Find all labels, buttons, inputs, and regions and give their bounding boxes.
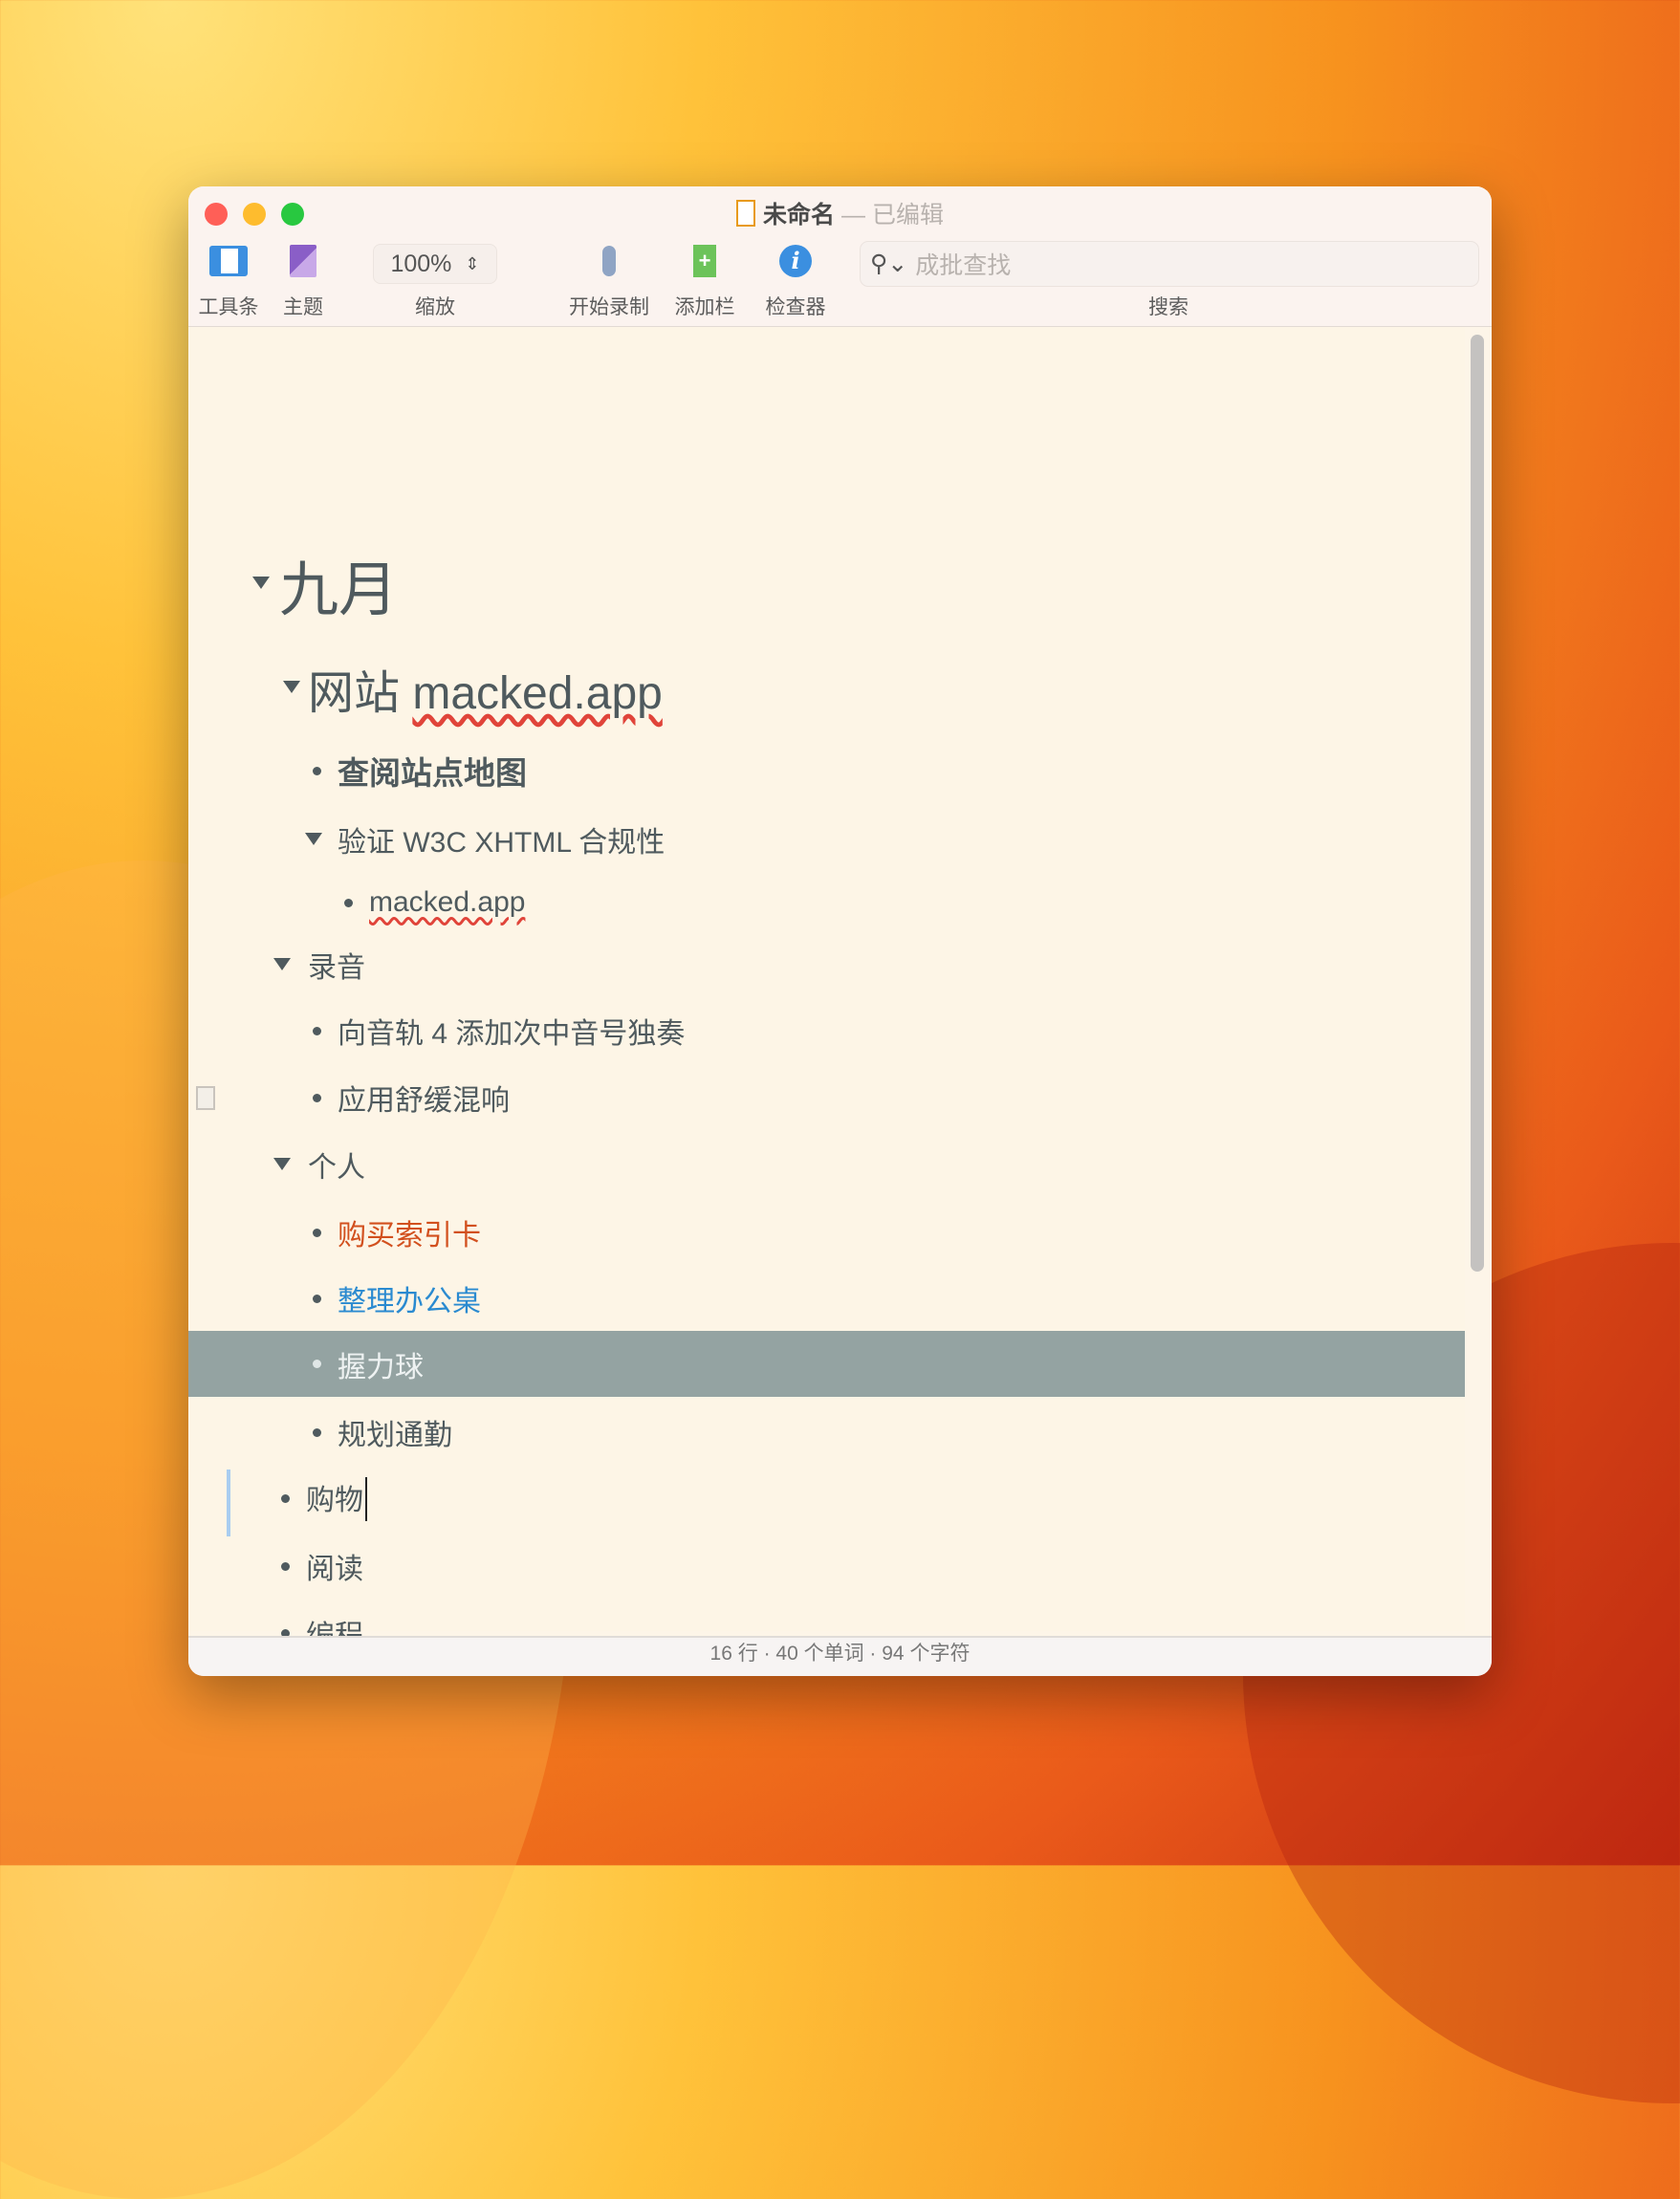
outline-row[interactable]: 购物	[188, 1467, 1465, 1536]
document-icon	[736, 200, 756, 227]
row-link[interactable]: macked.app	[412, 668, 663, 719]
microphone-icon	[602, 245, 616, 276]
outline-row[interactable]: macked.app	[188, 871, 1465, 934]
add-column-label: 添加栏	[674, 296, 735, 318]
outline-row[interactable]: 应用舒缓混响	[188, 1066, 1465, 1129]
bullet	[313, 1427, 321, 1437]
bullet	[344, 898, 353, 907]
status-bar: 16 行 · 40 个单词 · 94 个字符	[188, 1636, 1492, 1676]
inspector-label: 检查器	[765, 296, 826, 318]
bullet	[281, 1493, 290, 1503]
outline-row[interactable]: 向音轨 4 添加次中音号独奏	[188, 999, 1465, 1062]
search-field[interactable]: ⚲⌄ 成批查找	[860, 241, 1479, 287]
row-text: 应用舒缓混响	[338, 1085, 510, 1117]
search-label: 搜索	[1148, 296, 1189, 318]
outline-row[interactable]: 阅读	[188, 1535, 1465, 1598]
record-label: 开始录制	[569, 296, 649, 318]
record-button[interactable]: 开始录制	[566, 239, 652, 320]
disclosure-triangle[interactable]	[305, 833, 322, 845]
focus-bar	[227, 1470, 230, 1536]
theme-button[interactable]: 主题	[274, 239, 332, 320]
app-window: 未命名 — 已编辑 工具条 主题 100% ⇕ 缩放 开始录制 + 添加栏 i 检…	[188, 186, 1492, 1676]
row-text: 规划通勤	[338, 1420, 452, 1451]
zoom-value: 100%	[390, 250, 452, 277]
info-icon: i	[779, 244, 812, 277]
bullet	[281, 1561, 290, 1571]
inspector-button[interactable]: i 检查器	[757, 239, 834, 320]
add-column-icon: +	[693, 244, 716, 277]
row-text: 整理办公桌	[338, 1286, 481, 1317]
bullet	[313, 1294, 321, 1303]
outline-row[interactable]: 验证 W3C XHTML 合规性	[188, 808, 1465, 871]
outline-row[interactable]: 整理办公桌	[188, 1267, 1465, 1330]
row-text: 网站	[308, 668, 413, 719]
search-icon: ⚲⌄	[870, 250, 908, 277]
zoom-stepper[interactable]: 100% ⇕	[373, 244, 497, 284]
row-text: 查阅站点地图	[338, 755, 527, 791]
row-text: 购买索引卡	[338, 1220, 481, 1252]
toolbar-toggle-button[interactable]: 工具条	[198, 239, 259, 320]
bullet	[313, 1093, 321, 1102]
chevron-updown-icon: ⇕	[465, 253, 480, 273]
disclosure-triangle[interactable]	[252, 577, 270, 589]
row-text: 购物	[306, 1484, 363, 1516]
row-text: 阅读	[306, 1554, 363, 1585]
outline-row-selected[interactable]: 握力球	[188, 1331, 1465, 1397]
outline-row[interactable]: 九月	[188, 553, 1465, 623]
title-separator: —	[841, 202, 865, 229]
title-bar: 未命名 — 已编辑 工具条 主题 100% ⇕ 缩放 开始录制 + 添加栏 i 检…	[188, 186, 1492, 327]
outline-row[interactable]: 网站 macked.app	[188, 657, 1465, 720]
zoom-label: 缩放	[415, 296, 455, 318]
bullet	[313, 1360, 321, 1368]
disclosure-triangle[interactable]	[273, 1158, 291, 1170]
note-icon[interactable]	[196, 1086, 215, 1110]
bullet	[313, 1026, 321, 1035]
text-cursor	[365, 1476, 367, 1521]
vertical-scrollbar[interactable]	[1471, 335, 1484, 1272]
outline-editor[interactable]: 九月 网站 macked.app 查阅站点地图 验证 W3C XHTML 合规性…	[188, 327, 1465, 1652]
search-placeholder: 成批查找	[915, 252, 1012, 279]
row-text: 个人	[308, 1152, 365, 1184]
theme-label: 主题	[283, 296, 323, 318]
row-text: 握力球	[338, 1351, 424, 1383]
row-text: macked.app	[369, 886, 526, 918]
disclosure-triangle[interactable]	[273, 958, 291, 970]
outline-row[interactable]: 购买索引卡	[188, 1201, 1465, 1264]
outline-row[interactable]: 个人	[188, 1133, 1465, 1196]
toolbar-label: 工具条	[198, 296, 259, 318]
disclosure-triangle[interactable]	[283, 681, 300, 693]
title-state: 已编辑	[871, 202, 944, 229]
bullet	[313, 1228, 321, 1237]
title-text: 未命名	[763, 202, 836, 229]
row-text: 向音轨 4 添加次中音号独奏	[338, 1018, 686, 1050]
bullet	[313, 766, 321, 775]
sidebar-icon	[209, 245, 248, 276]
row-text: 验证 W3C XHTML 合规性	[338, 827, 665, 859]
row-text: 录音	[308, 952, 365, 984]
outline-row[interactable]: 录音	[188, 933, 1465, 996]
add-column-button[interactable]: + 添加栏	[666, 239, 743, 320]
window-title: 未命名 — 已编辑	[188, 196, 1492, 230]
outline-row[interactable]: 规划通勤	[188, 1401, 1465, 1464]
row-text: 九月	[279, 557, 399, 623]
theme-icon	[290, 244, 316, 277]
outline-row[interactable]: 查阅站点地图	[188, 739, 1465, 802]
